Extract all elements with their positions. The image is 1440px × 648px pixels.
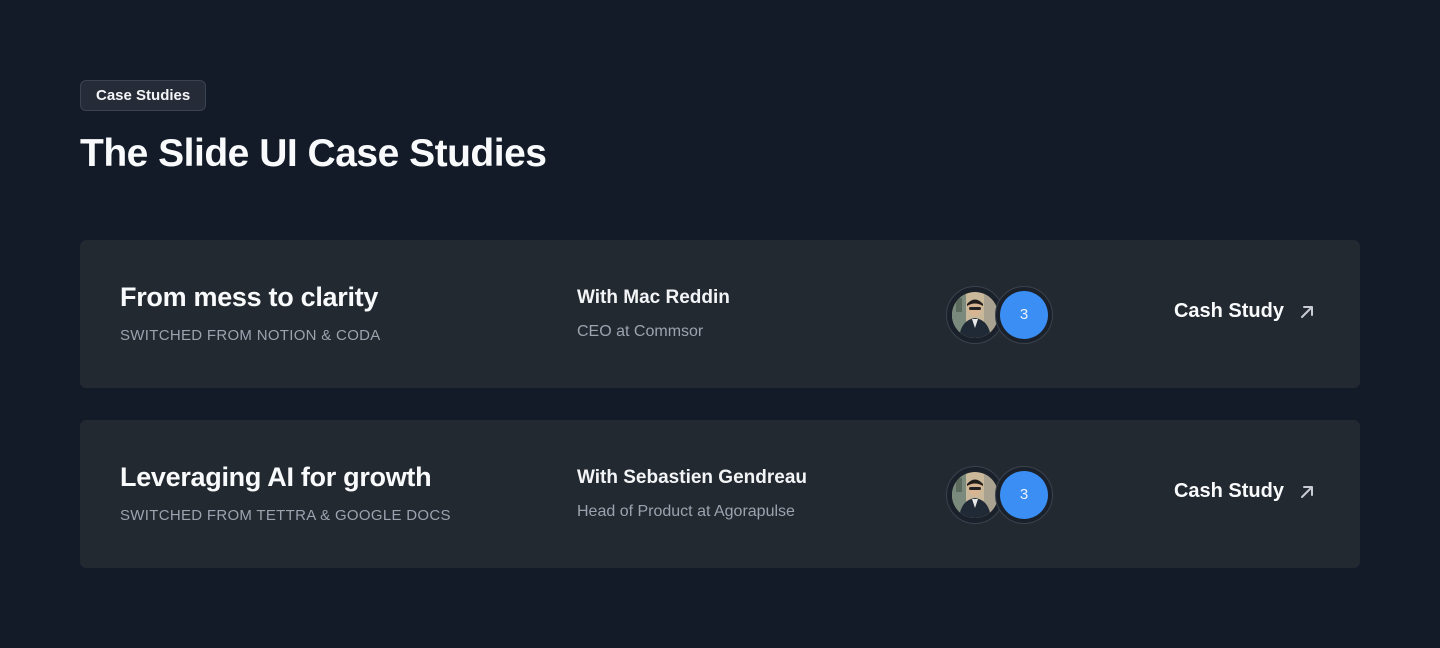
person-photo-icon	[952, 292, 998, 338]
avatar-count-badge: 3	[995, 466, 1053, 524]
case-study-link-label: Cash Study	[1173, 480, 1284, 502]
case-studies-section: Case Studies The Slide UI Case Studies F…	[80, 80, 1360, 568]
person-role: CEO at Commsor	[577, 323, 704, 340]
avatar-count: 3	[1000, 471, 1048, 519]
case-study-list: From mess to clarity SWITCHED FROM NOTIO…	[80, 240, 1360, 600]
case-study-card: Leveraging AI for growth SWITCHED FROM T…	[80, 420, 1360, 568]
case-study-link[interactable]: Cash Study	[1174, 300, 1316, 323]
page-title: The Slide UI Case Studies	[80, 132, 547, 175]
avatar-group: 3	[946, 466, 1056, 524]
person-name: With Sebastien Gendreau	[577, 467, 807, 488]
arrow-up-right-icon	[1298, 483, 1316, 501]
case-study-link-label: Cash Study	[1173, 300, 1284, 322]
person-name: With Mac Reddin	[577, 287, 730, 308]
avatar-group: 3	[946, 286, 1056, 344]
person-photo-icon	[952, 472, 998, 518]
arrow-up-right-icon	[1298, 303, 1316, 321]
section-badge: Case Studies	[80, 80, 207, 111]
avatar-count-badge: 3	[995, 286, 1053, 344]
avatar-count: 3	[1000, 291, 1048, 339]
case-study-title: Leveraging AI for growth	[120, 462, 432, 492]
case-study-card: From mess to clarity SWITCHED FROM NOTIO…	[80, 240, 1360, 388]
case-study-link[interactable]: Cash Study	[1174, 480, 1316, 503]
person-role: Head of Product at Agorapulse	[577, 503, 795, 520]
case-study-title: From mess to clarity	[120, 282, 379, 312]
case-study-subtitle: SWITCHED FROM NOTION & CODA	[120, 327, 381, 344]
case-study-subtitle: SWITCHED FROM TETTRA & GOOGLE DOCS	[120, 507, 451, 524]
